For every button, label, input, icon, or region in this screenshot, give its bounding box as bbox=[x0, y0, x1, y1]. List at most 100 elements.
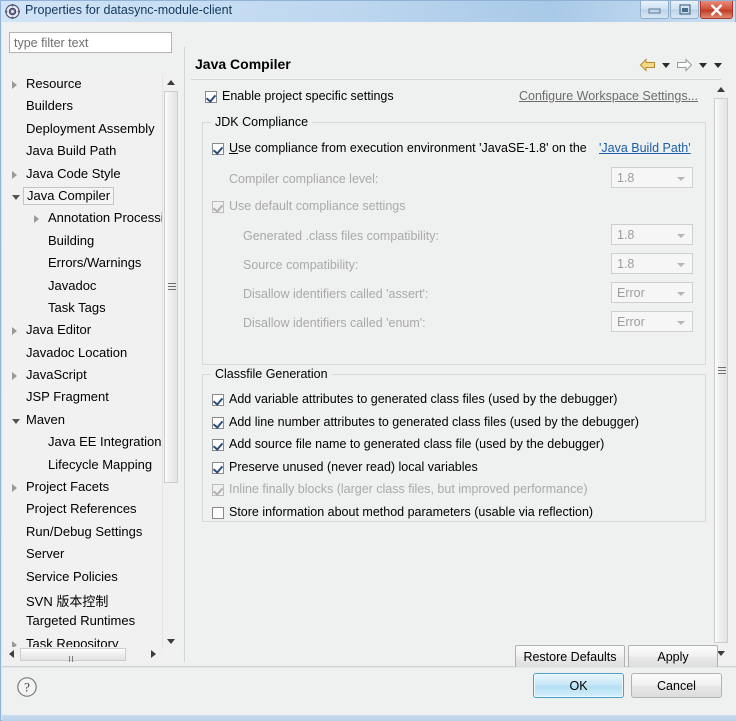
triangle-down-icon[interactable] bbox=[12, 418, 20, 424]
triangle-right-icon[interactable] bbox=[12, 484, 17, 493]
close-button[interactable] bbox=[700, 1, 733, 19]
triangle-down-icon bbox=[167, 639, 175, 644]
grip-icon bbox=[168, 283, 176, 290]
sidebar-item-building[interactable]: Building bbox=[4, 231, 162, 253]
triangle-right-icon[interactable] bbox=[12, 170, 17, 179]
sidebar-item-svn[interactable]: SVN 版本控制 bbox=[4, 589, 162, 611]
arrow-left-icon[interactable] bbox=[637, 56, 657, 74]
classfile-option-checkbox[interactable] bbox=[212, 461, 224, 474]
triangle-up-icon bbox=[717, 87, 725, 92]
sidebar-item-label: Annotation Processing bbox=[48, 210, 162, 226]
sidebar-item-maven[interactable]: Maven bbox=[4, 410, 162, 432]
sidebar-item-builders[interactable]: Builders bbox=[4, 96, 162, 118]
sidebar-item-java-code-style[interactable]: Java Code Style bbox=[4, 164, 162, 186]
properties-gear-icon bbox=[5, 4, 20, 19]
java-build-path-link[interactable]: 'Java Build Path' bbox=[599, 141, 691, 155]
dialog-footer: ? OK Cancel bbox=[2, 667, 736, 715]
tree-horizontal-scrollbar[interactable] bbox=[4, 647, 162, 662]
triangle-down-icon bbox=[717, 651, 725, 656]
sidebar-item-label: Java Code Style bbox=[26, 165, 121, 181]
sidebar-item-java-ee-integration[interactable]: Java EE Integration bbox=[4, 432, 162, 454]
triangle-right-icon[interactable] bbox=[12, 327, 17, 336]
back-history-dropdown[interactable] bbox=[659, 56, 672, 74]
triangle-down-icon[interactable] bbox=[12, 194, 20, 200]
tree-vertical-scrollbar[interactable] bbox=[162, 74, 179, 649]
restore-defaults-button[interactable]: Restore Defaults bbox=[515, 645, 625, 668]
disallow-assert-combo[interactable]: Error bbox=[611, 282, 693, 303]
sidebar-item-label: Lifecycle Mapping bbox=[48, 456, 153, 472]
sidebar-item-javadoc[interactable]: Javadoc bbox=[4, 276, 162, 298]
sidebar-item-java-compiler[interactable]: Java Compiler bbox=[4, 186, 162, 208]
generated-class-compat-combo[interactable]: 1.8 bbox=[611, 224, 693, 245]
page-scrollbar-thumb[interactable] bbox=[714, 98, 728, 643]
sidebar-item-project-facets[interactable]: Project Facets bbox=[4, 477, 162, 499]
sidebar-item-task-tags[interactable]: Task Tags bbox=[4, 298, 162, 320]
use-default-compliance-label: Use default compliance settings bbox=[229, 199, 406, 213]
sidebar-item-label: Maven bbox=[26, 411, 66, 427]
configure-workspace-settings-link[interactable]: Configure Workspace Settings... bbox=[519, 89, 698, 103]
filter-input[interactable] bbox=[9, 32, 172, 53]
classfile-option-checkbox[interactable] bbox=[212, 439, 224, 451]
tree-scroll-left-button[interactable] bbox=[4, 647, 19, 662]
preference-page: Java Compiler Enable project specific se… bbox=[184, 47, 732, 668]
classfile-option-checkbox[interactable] bbox=[212, 416, 224, 429]
source-compat-combo[interactable]: 1.8 bbox=[611, 253, 693, 274]
classfile-option-label: Add source file name to generated class … bbox=[229, 437, 605, 451]
ok-button[interactable]: OK bbox=[533, 673, 624, 698]
title-bar[interactable]: Properties for datasync-module-client bbox=[1, 1, 735, 22]
triangle-right-icon[interactable] bbox=[34, 215, 39, 224]
sidebar-item-annotation-processing[interactable]: Annotation Processing bbox=[4, 208, 162, 230]
tree-scroll-right-button[interactable] bbox=[147, 647, 162, 662]
sidebar-item-label: JavaScript bbox=[26, 367, 87, 383]
page-title: Java Compiler bbox=[195, 56, 291, 72]
compiler-compliance-level-combo[interactable]: 1.8 bbox=[611, 167, 693, 188]
sidebar-item-jsp-fragment[interactable]: JSP Fragment bbox=[4, 387, 162, 409]
chevron-down-icon bbox=[713, 62, 722, 68]
page-scroll-up-button[interactable] bbox=[713, 81, 729, 97]
sidebar-item-lifecycle-mapping[interactable]: Lifecycle Mapping bbox=[4, 455, 162, 477]
sidebar-item-project-references[interactable]: Project References bbox=[4, 499, 162, 521]
sidebar-item-java-editor[interactable]: Java Editor bbox=[4, 320, 162, 342]
classfile-option-checkbox[interactable] bbox=[212, 506, 224, 519]
classfile-option-checkbox[interactable] bbox=[212, 394, 224, 406]
apply-button[interactable]: Apply bbox=[628, 645, 718, 668]
settings-tree[interactable]: Resource Builders Deployment Assembly Java … bbox=[4, 74, 162, 649]
page-menu-dropdown[interactable] bbox=[711, 56, 724, 74]
cancel-button[interactable]: Cancel bbox=[631, 673, 722, 698]
triangle-right-icon[interactable] bbox=[12, 81, 17, 89]
use-compliance-from-ee-checkbox[interactable] bbox=[212, 143, 224, 155]
sidebar-item-run-debug-settings[interactable]: Run/Debug Settings bbox=[4, 522, 162, 544]
classfile-option-label: Add variable attributes to generated cla… bbox=[229, 392, 618, 406]
chevron-down-icon bbox=[677, 177, 685, 181]
arrow-right-icon[interactable] bbox=[674, 56, 694, 74]
use-default-compliance-checkbox[interactable] bbox=[212, 201, 224, 213]
sidebar-item-javascript[interactable]: JavaScript bbox=[4, 365, 162, 387]
maximize-button[interactable] bbox=[670, 1, 699, 19]
tree-hscrollbar-thumb[interactable] bbox=[20, 648, 126, 662]
disallow-assert-label: Disallow identifiers called 'assert': bbox=[243, 287, 429, 301]
tree-scroll-up-button[interactable] bbox=[163, 74, 179, 90]
sidebar-item-service-policies[interactable]: Service Policies bbox=[4, 567, 162, 589]
sidebar-item-resource[interactable]: Resource bbox=[4, 74, 162, 96]
sidebar-item-deployment-assembly[interactable]: Deployment Assembly bbox=[4, 119, 162, 141]
sidebar-item-label: Java EE Integration bbox=[48, 434, 162, 450]
navigation-toolbar bbox=[637, 55, 724, 75]
sidebar-item-java-build-path[interactable]: Java Build Path bbox=[4, 141, 162, 163]
classfile-option-checkbox bbox=[212, 484, 224, 496]
combo-value: Error bbox=[617, 286, 645, 300]
page-vertical-scrollbar[interactable] bbox=[713, 81, 729, 661]
sidebar-item-javadoc-location[interactable]: Javadoc Location bbox=[4, 343, 162, 365]
chevron-down-icon bbox=[677, 292, 685, 296]
enable-project-specific-checkbox[interactable] bbox=[205, 91, 217, 103]
forward-history-dropdown[interactable] bbox=[696, 56, 709, 74]
question-mark-icon[interactable]: ? bbox=[16, 676, 38, 698]
minimize-button[interactable] bbox=[640, 1, 669, 19]
sidebar-item-server[interactable]: Server bbox=[4, 544, 162, 566]
triangle-right-icon[interactable] bbox=[12, 372, 17, 381]
tree-scroll-down-button[interactable] bbox=[163, 633, 179, 649]
sidebar-item-targeted-runtimes[interactable]: Targeted Runtimes bbox=[4, 611, 162, 633]
compiler-compliance-level-label: Compiler compliance level: bbox=[229, 172, 379, 186]
sidebar-item-errors-warnings[interactable]: Errors/Warnings bbox=[4, 253, 162, 275]
tree-scrollbar-thumb[interactable] bbox=[164, 91, 178, 483]
disallow-enum-combo[interactable]: Error bbox=[611, 311, 693, 332]
